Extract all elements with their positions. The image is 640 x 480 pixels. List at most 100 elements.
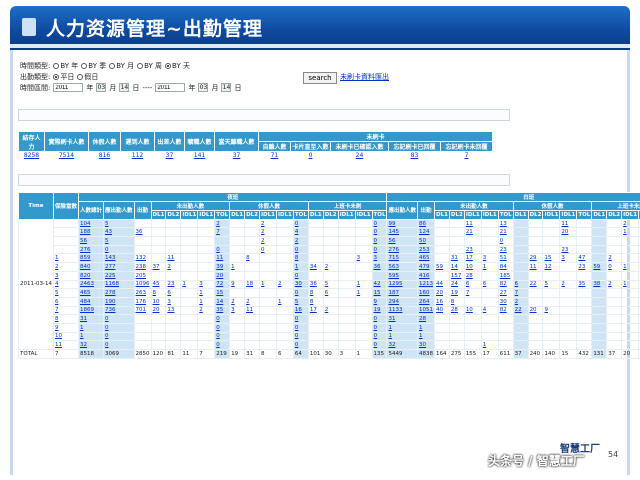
table-cell[interactable]: 3 bbox=[354, 253, 373, 264]
table-cell[interactable]: 2 bbox=[197, 305, 216, 316]
table-cell[interactable]: 21 bbox=[497, 227, 514, 238]
table-cell[interactable]: 86 bbox=[417, 218, 435, 229]
table-cell[interactable]: 5 bbox=[52, 288, 79, 298]
table-cell[interactable]: 30 bbox=[497, 296, 514, 307]
table-cell[interactable]: 0 bbox=[214, 322, 231, 333]
table-cell[interactable]: 190 bbox=[103, 296, 135, 307]
table-cell[interactable]: 563 bbox=[386, 262, 418, 272]
table-cell[interactable]: 24 bbox=[448, 279, 465, 290]
table-cell[interactable]: 10 bbox=[463, 262, 482, 272]
table-cell[interactable]: 11 bbox=[559, 218, 578, 229]
summary-value[interactable]: 8258 bbox=[18, 151, 45, 160]
table-cell[interactable]: 5 bbox=[322, 279, 339, 290]
table-cell[interactable]: 2 bbox=[621, 218, 640, 229]
table-cell[interactable]: 1 bbox=[621, 227, 640, 238]
table-cell[interactable]: 12 bbox=[542, 262, 561, 272]
table-cell[interactable]: 59 bbox=[591, 262, 608, 272]
table-cell[interactable]: 6 bbox=[52, 296, 79, 307]
table-cell[interactable]: 1 bbox=[386, 331, 418, 342]
table-cell[interactable]: 143 bbox=[103, 253, 135, 264]
summary-value[interactable]: 7514 bbox=[44, 151, 89, 160]
table-cell[interactable]: 82 bbox=[497, 305, 514, 316]
table-cell[interactable]: 0 bbox=[606, 262, 623, 272]
table-cell[interactable]: 15 bbox=[214, 288, 231, 298]
table-cell[interactable]: 0 bbox=[292, 322, 309, 333]
table-cell[interactable]: 4 bbox=[292, 227, 309, 238]
table-cell[interactable]: 47 bbox=[576, 253, 593, 264]
table-cell[interactable]: 132 bbox=[133, 253, 152, 264]
table-cell[interactable]: 35 bbox=[576, 279, 593, 290]
table-cell[interactable]: 0 bbox=[103, 244, 135, 255]
table-cell[interactable]: 1 bbox=[52, 253, 79, 264]
summary-value[interactable]: 816 bbox=[88, 151, 121, 160]
table-cell[interactable]: 1096 bbox=[133, 279, 152, 290]
table-cell[interactable]: 157 bbox=[448, 270, 465, 281]
table-cell[interactable]: 59 bbox=[434, 262, 450, 272]
table-cell[interactable]: 1 bbox=[417, 331, 435, 342]
table-cell[interactable]: 2 bbox=[229, 296, 246, 307]
table-cell[interactable]: 17 bbox=[463, 253, 482, 264]
table-cell[interactable]: 44 bbox=[434, 279, 450, 290]
table-cell[interactable]: 185 bbox=[497, 270, 514, 281]
table-cell[interactable]: 276 bbox=[77, 244, 105, 255]
table-cell[interactable]: 1 bbox=[354, 288, 373, 298]
radio-holiday[interactable]: 假日 bbox=[77, 72, 98, 82]
table-cell[interactable]: 5 bbox=[103, 218, 135, 229]
table-cell[interactable]: 8 bbox=[292, 253, 309, 264]
table-cell[interactable]: 31 bbox=[386, 314, 418, 324]
table-cell[interactable]: 0 bbox=[497, 236, 514, 246]
table-cell[interactable]: 0 bbox=[371, 218, 388, 229]
table-cell[interactable]: 7 bbox=[52, 305, 79, 316]
table-cell[interactable]: 31 bbox=[448, 253, 465, 264]
table-cell[interactable]: 3 bbox=[371, 253, 388, 264]
from-month-select[interactable]: 03 bbox=[96, 83, 107, 92]
radio-weekday[interactable]: 平日 bbox=[53, 72, 74, 82]
table-cell[interactable]: 278 bbox=[103, 288, 135, 298]
table-cell[interactable]: 11 bbox=[52, 340, 79, 350]
table-cell[interactable]: 2 bbox=[292, 236, 309, 246]
table-cell[interactable]: 124 bbox=[417, 227, 435, 238]
table-cell[interactable]: 160 bbox=[417, 288, 435, 298]
table-cell[interactable]: 5 bbox=[292, 296, 309, 307]
table-cell[interactable]: 2 bbox=[214, 218, 231, 229]
table-cell[interactable]: 1 bbox=[197, 296, 216, 307]
summary-value[interactable]: 37 bbox=[214, 151, 259, 160]
table-cell[interactable]: 264 bbox=[417, 296, 435, 307]
table-cell[interactable]: 13 bbox=[497, 218, 514, 229]
table-cell[interactable]: 40 bbox=[434, 305, 450, 316]
table-cell[interactable]: 20 bbox=[214, 270, 231, 281]
radio-season[interactable]: BY 季 bbox=[81, 61, 106, 71]
table-cell[interactable]: 9 bbox=[542, 305, 561, 316]
table-cell[interactable]: 3 bbox=[229, 305, 246, 316]
from-year-input[interactable] bbox=[53, 83, 84, 92]
summary-value[interactable]: 71 bbox=[258, 151, 291, 160]
table-cell[interactable]: 0 bbox=[371, 322, 388, 333]
table-cell[interactable]: 22 bbox=[527, 279, 544, 290]
table-cell[interactable]: 5 bbox=[542, 279, 561, 290]
table-cell[interactable]: 20 bbox=[150, 305, 167, 316]
table-cell[interactable]: 10 bbox=[463, 305, 482, 316]
table-cell[interactable]: 23 bbox=[559, 244, 578, 255]
table-cell[interactable]: 1 bbox=[197, 288, 216, 298]
table-cell[interactable]: 1 bbox=[77, 331, 105, 342]
summary-value[interactable]: 24 bbox=[330, 151, 389, 160]
radio-month[interactable]: BY 月 bbox=[109, 61, 134, 71]
table-cell[interactable]: 20 bbox=[527, 305, 544, 316]
table-cell[interactable]: 99 bbox=[386, 218, 418, 229]
table-cell[interactable]: 0 bbox=[258, 244, 277, 255]
table-cell[interactable]: 6 bbox=[165, 288, 182, 298]
table-cell[interactable]: 27 bbox=[497, 288, 514, 298]
table-cell[interactable]: 37 bbox=[150, 262, 167, 272]
radio-year[interactable]: BY 年 bbox=[53, 61, 78, 71]
table-cell[interactable]: 7 bbox=[512, 288, 529, 298]
table-cell[interactable]: 0 bbox=[292, 340, 309, 350]
table-cell[interactable]: 0 bbox=[371, 331, 388, 342]
table-cell[interactable]: 0 bbox=[371, 340, 388, 350]
table-cell[interactable]: 50 bbox=[417, 236, 435, 246]
table-cell[interactable]: 30 bbox=[417, 340, 435, 350]
table-cell[interactable]: 1168 bbox=[103, 279, 135, 290]
table-cell[interactable]: 23 bbox=[576, 262, 593, 272]
table-cell[interactable]: 15 bbox=[371, 288, 388, 298]
table-cell[interactable]: 1 bbox=[417, 322, 435, 333]
table-cell[interactable]: 3 bbox=[480, 253, 499, 264]
